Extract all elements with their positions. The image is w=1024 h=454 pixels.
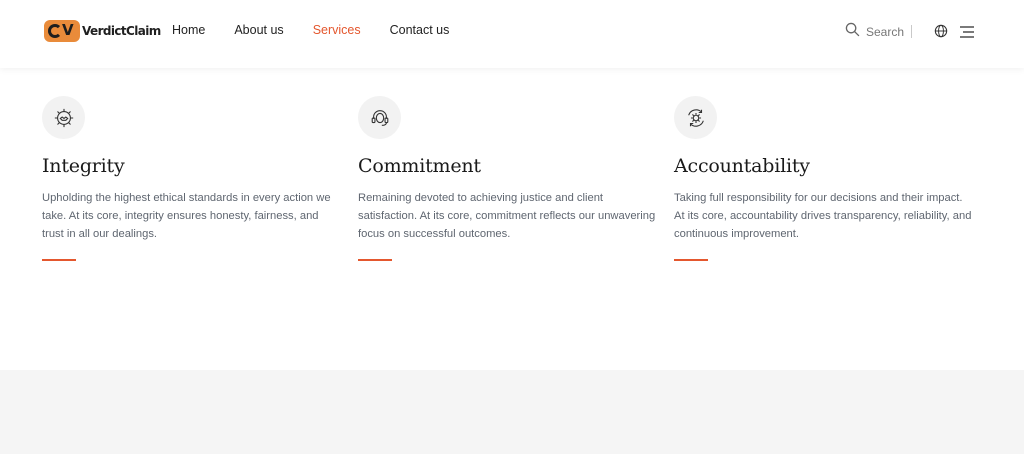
accent-line: [42, 259, 76, 261]
card-text: Remaining devoted to achieving justice a…: [358, 192, 656, 240]
value-card-accountability: Accountability Taking full responsibilit…: [674, 96, 974, 261]
logo-text: VerdictClaim: [82, 24, 161, 38]
logo[interactable]: V VerdictClaim: [44, 20, 161, 42]
accent-line: [358, 259, 392, 261]
accent-line: [674, 259, 708, 261]
logo-badge: V: [44, 20, 80, 42]
value-card-integrity: Integrity Upholding the highest ethical …: [42, 96, 342, 261]
handshake-gear-icon: [42, 96, 85, 139]
nav-item-contact-us[interactable]: Contact us: [390, 23, 450, 37]
nav-item-services[interactable]: Services: [313, 23, 361, 37]
logo-c-mark: [48, 24, 62, 38]
logo-badge-letter: V: [62, 21, 74, 39]
page: V VerdictClaim Home About us Services Co…: [0, 0, 1024, 454]
card-title: Commitment: [358, 155, 481, 177]
nav-item-home[interactable]: Home: [172, 23, 205, 37]
nav-item-about-us[interactable]: About us: [234, 23, 283, 37]
card-title: Integrity: [42, 155, 125, 177]
card-title: Accountability: [674, 155, 810, 177]
card-text: Upholding the highest ethical standards …: [42, 192, 331, 240]
gear-cycle-icon: [674, 96, 717, 139]
card-text: Taking full responsibility for our decis…: [674, 192, 972, 240]
menu-icon[interactable]: [960, 25, 974, 43]
main-nav: Home About us Services Contact us: [172, 23, 478, 37]
headset-icon: [358, 96, 401, 139]
globe-icon[interactable]: [934, 24, 948, 43]
value-card-commitment: Commitment Remaining devoted to achievin…: [358, 96, 658, 261]
search-button[interactable]: Search: [845, 22, 904, 42]
footer-band: [0, 370, 1024, 454]
search-label: Search: [866, 25, 905, 39]
search-icon: [845, 22, 860, 42]
site-header: V VerdictClaim Home About us Services Co…: [0, 0, 1024, 68]
header-divider: [911, 25, 912, 38]
